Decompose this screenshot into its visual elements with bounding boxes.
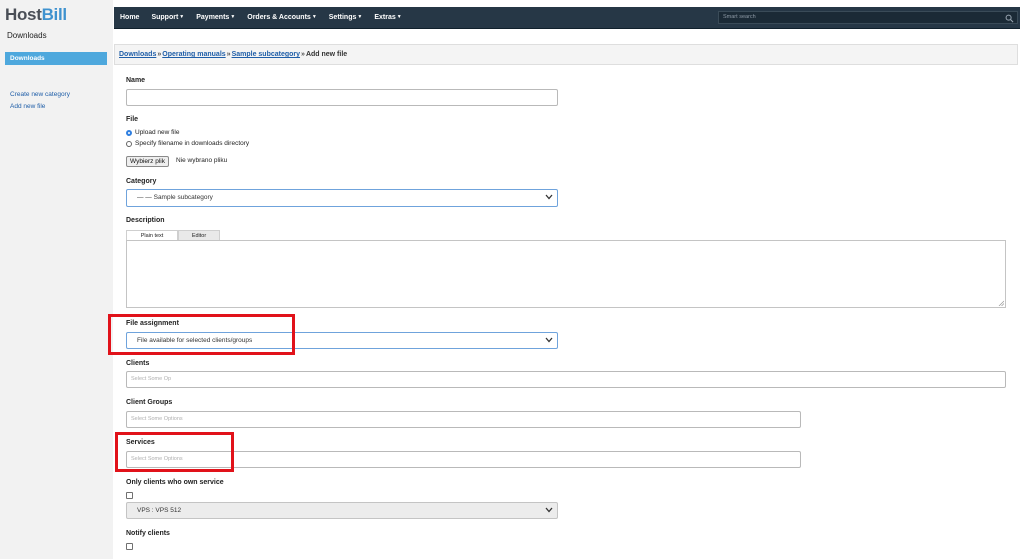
- sidebar-item-downloads[interactable]: Downloads: [5, 52, 107, 65]
- left-sidebar: HostBill Downloads Downloads Create new …: [0, 0, 113, 559]
- nav-menu: Home Support▼ Payments▼ Orders & Account…: [114, 7, 408, 28]
- only-owners-label: Only clients who own service: [126, 479, 224, 486]
- services-placeholder: Select Some Options: [131, 456, 183, 462]
- resize-handle-icon[interactable]: [998, 300, 1004, 306]
- breadcrumb: Downloads»Operating manuals»Sample subca…: [114, 44, 1018, 65]
- nav-orders-accounts[interactable]: Orders & Accounts▼: [241, 14, 323, 21]
- upload-new-file-option[interactable]: Upload new file: [126, 129, 179, 136]
- nav-extras[interactable]: Extras▼: [368, 14, 407, 21]
- nav-home[interactable]: Home: [114, 14, 145, 21]
- services-multiselect[interactable]: Select Some Options: [126, 451, 801, 468]
- breadcrumb-operating-manuals[interactable]: Operating manuals: [162, 51, 225, 58]
- logo-bill-text: Bill: [41, 5, 68, 24]
- caret-down-icon: ▼: [179, 14, 185, 20]
- radio-upload-new-file[interactable]: [126, 129, 132, 136]
- caret-down-icon: ▼: [396, 14, 402, 20]
- only-owners-checkbox[interactable]: [126, 492, 133, 499]
- description-textarea[interactable]: [126, 240, 1006, 308]
- nav-home-label: Home: [120, 14, 140, 21]
- choose-file-button[interactable]: Wybierz plik: [126, 156, 169, 167]
- nav-extras-label: Extras: [374, 14, 396, 21]
- nav-payments-label: Payments: [196, 14, 230, 21]
- logo-host-text: Host: [5, 5, 42, 24]
- notify-clients-label: Notify clients: [126, 530, 170, 537]
- client-groups-placeholder: Select Some Options: [131, 416, 183, 422]
- specify-filename-label: Specify filename in downloads directory: [135, 140, 250, 147]
- chevron-down-icon: [545, 194, 553, 200]
- nav-settings-label: Settings: [328, 14, 357, 21]
- caret-down-icon: ▼: [357, 14, 363, 20]
- top-navigation-bar: Home Support▼ Payments▼ Orders & Account…: [114, 7, 1020, 29]
- client-groups-label: Client Groups: [126, 399, 173, 406]
- caret-down-icon: ▼: [230, 14, 236, 20]
- services-label: Services: [126, 439, 155, 446]
- smart-search-input[interactable]: Smart search: [718, 11, 1018, 24]
- category-label: Category: [126, 178, 157, 185]
- upload-new-file-label: Upload new file: [135, 129, 180, 136]
- add-new-file-link[interactable]: Add new file: [10, 103, 45, 110]
- service-selected-value: VPS : VPS 512: [137, 507, 182, 514]
- file-assignment-label: File assignment: [126, 320, 179, 327]
- file-assignment-select[interactable]: File available for selected clients/grou…: [126, 332, 558, 349]
- breadcrumb-current: Add new file: [305, 51, 348, 58]
- client-groups-multiselect[interactable]: Select Some Options: [126, 411, 801, 428]
- clients-placeholder: Select Some Op: [131, 376, 172, 382]
- create-category-link[interactable]: Create new category: [10, 91, 70, 98]
- description-label: Description: [126, 217, 165, 224]
- hostbill-logo[interactable]: HostBill: [5, 5, 67, 25]
- notify-clients-checkbox[interactable]: [126, 543, 133, 550]
- service-select[interactable]: VPS : VPS 512: [126, 502, 558, 519]
- clients-label: Clients: [126, 360, 150, 367]
- assignment-selected-value: File available for selected clients/grou…: [137, 337, 253, 344]
- nav-settings[interactable]: Settings▼: [323, 14, 369, 21]
- name-label: Name: [126, 77, 146, 84]
- search-icon[interactable]: [1005, 14, 1014, 23]
- specify-filename-option[interactable]: Specify filename in downloads directory: [126, 140, 249, 147]
- nav-orders-label: Orders & Accounts: [247, 14, 311, 21]
- chevron-down-icon: [545, 507, 553, 513]
- section-title: Downloads: [7, 31, 47, 40]
- search-placeholder: Smart search: [723, 14, 756, 20]
- breadcrumb-downloads[interactable]: Downloads: [119, 51, 156, 58]
- nav-support-label: Support: [151, 14, 179, 21]
- chevron-down-icon: [545, 337, 553, 343]
- clients-multiselect[interactable]: Select Some Op: [126, 371, 1006, 388]
- nav-support[interactable]: Support▼: [145, 14, 190, 21]
- breadcrumb-sample-subcategory[interactable]: Sample subcategory: [232, 51, 300, 58]
- category-selected-value: — — Sample subcategory: [137, 194, 213, 201]
- file-status-text: Nie wybrano pliku: [176, 157, 228, 164]
- name-input[interactable]: [126, 89, 558, 106]
- radio-specify-filename[interactable]: [126, 140, 132, 147]
- category-select[interactable]: — — Sample subcategory: [126, 189, 558, 207]
- caret-down-icon: ▼: [311, 14, 317, 20]
- file-label: File: [126, 116, 139, 123]
- nav-payments[interactable]: Payments▼: [190, 14, 241, 21]
